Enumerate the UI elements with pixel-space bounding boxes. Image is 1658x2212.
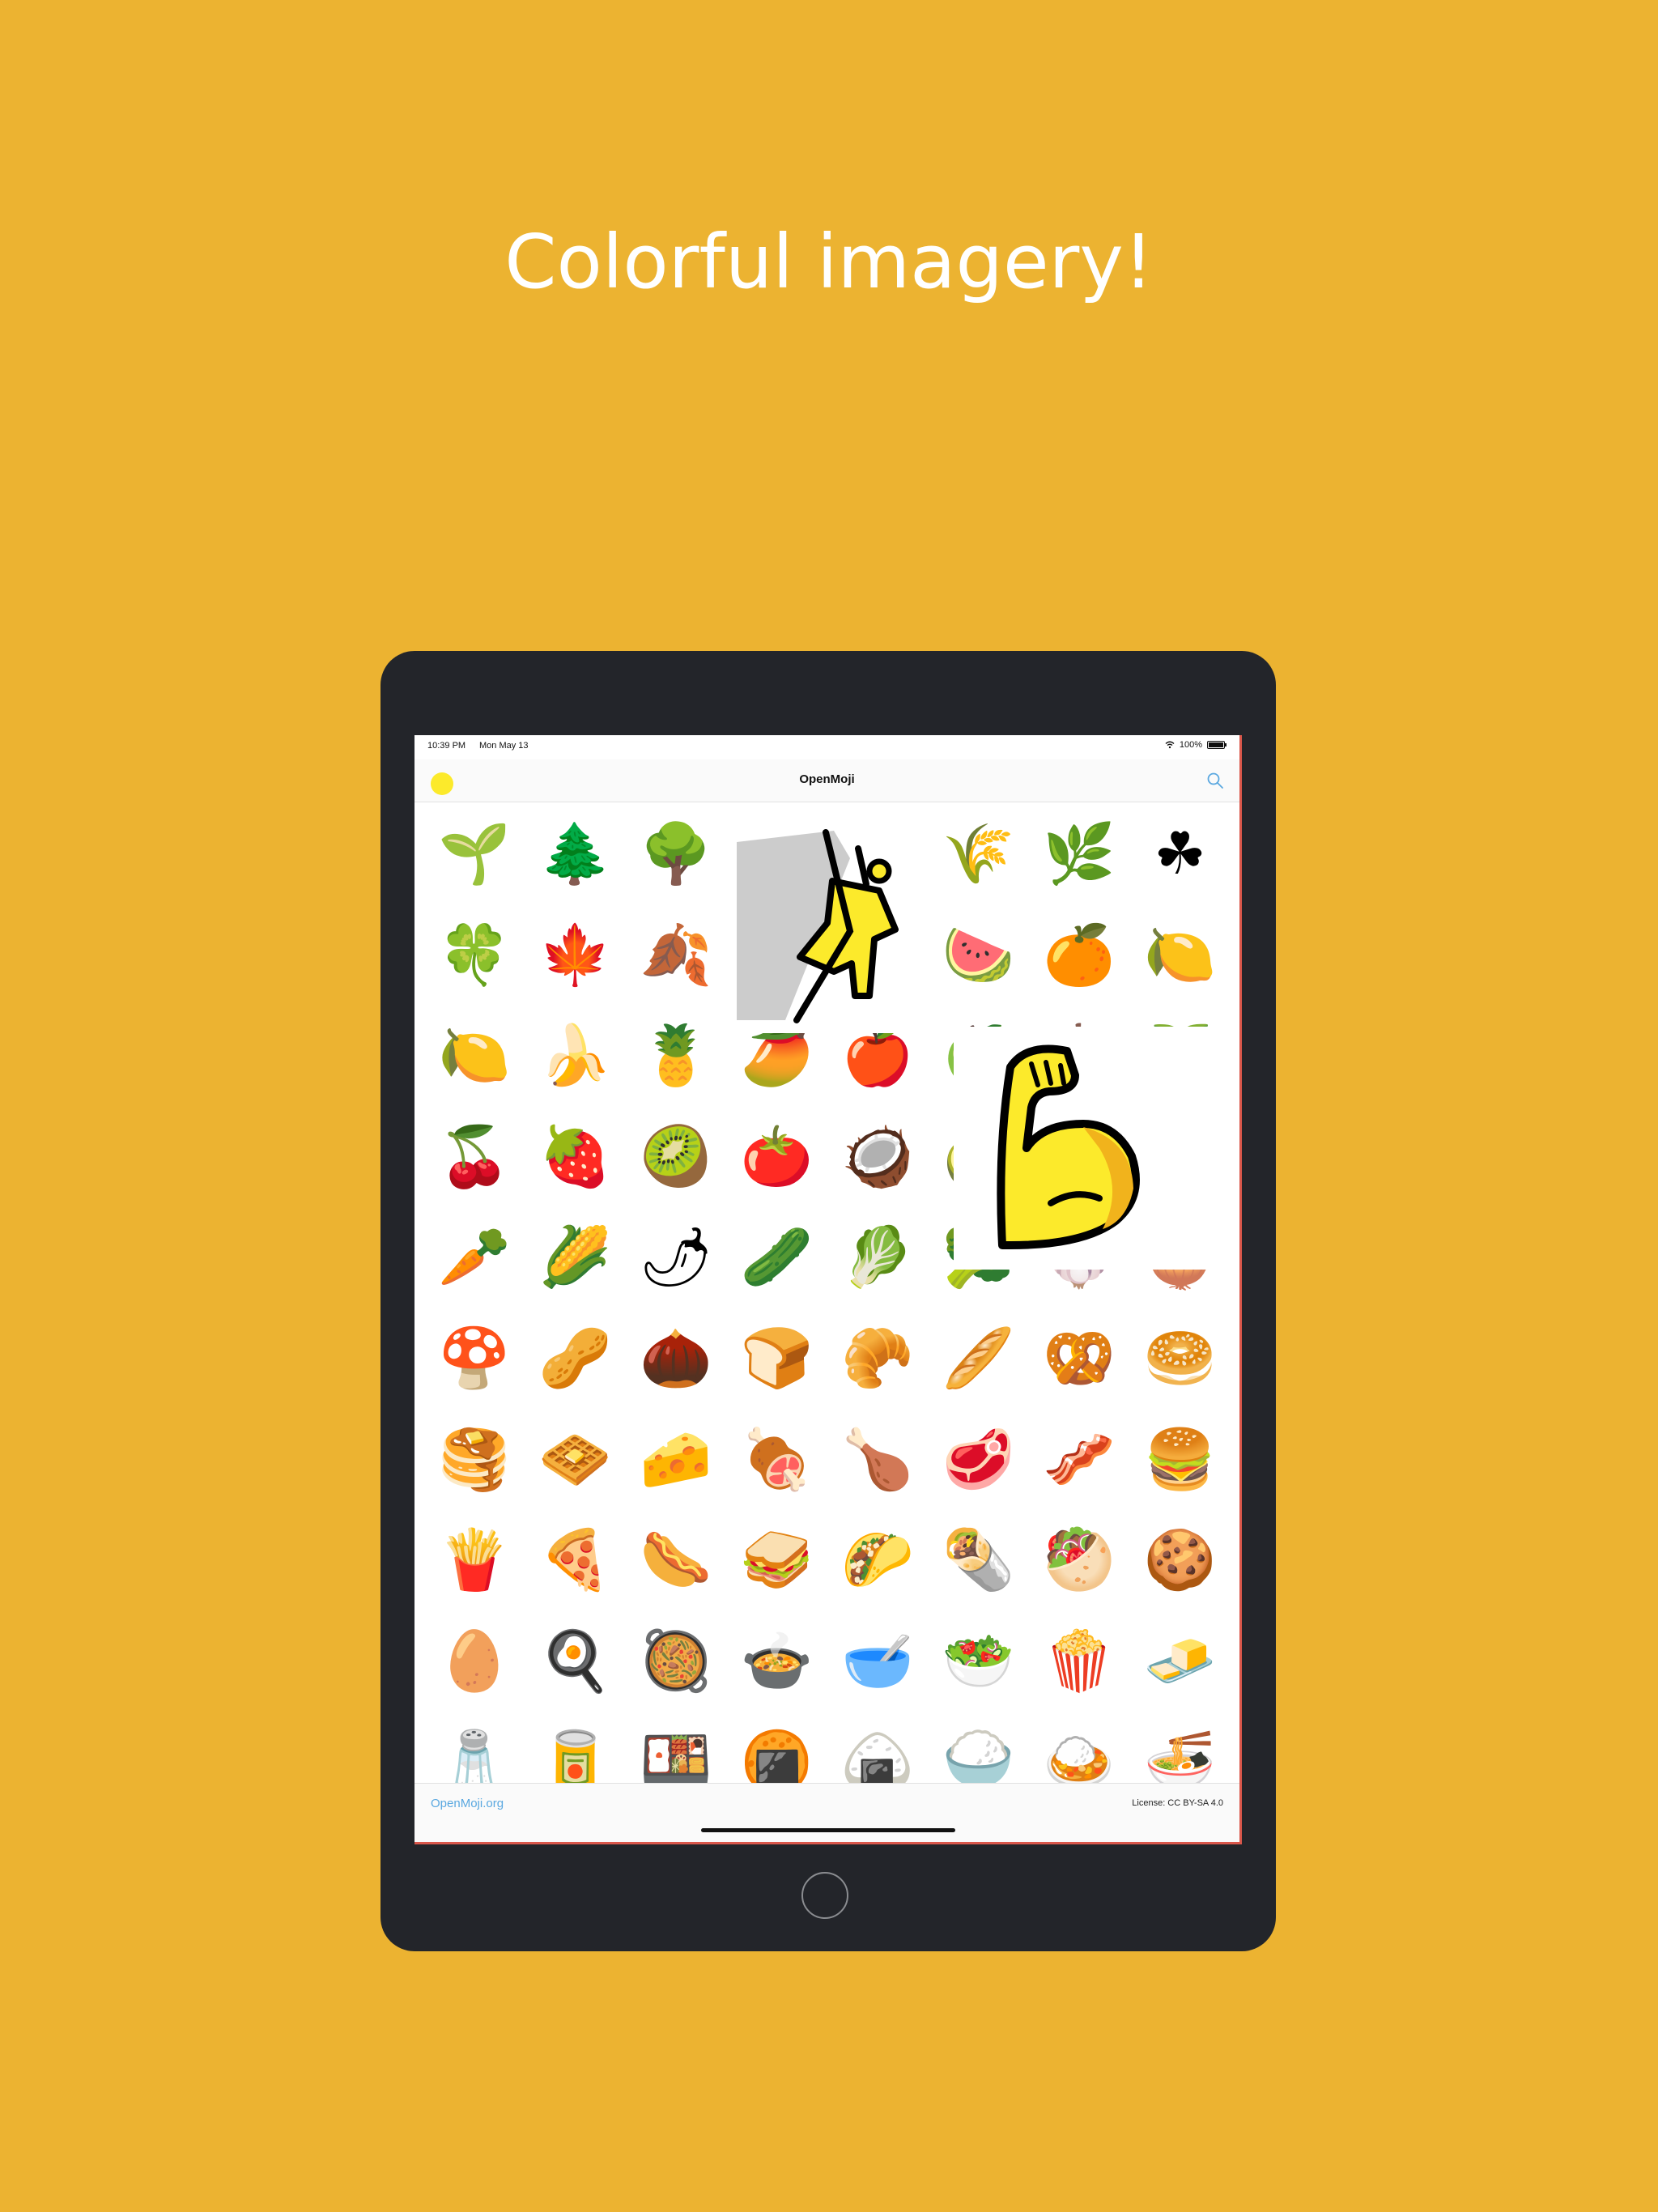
status-date: Mon May 13 [479,741,529,751]
emoji-cell[interactable]: 🍄 [424,1308,525,1408]
footer: OpenMoji.org License: CC BY-SA 4.0 [414,1783,1239,1842]
emoji-cell[interactable]: 🌲 [525,803,626,904]
emoji-cell[interactable]: 🍞 [727,1308,827,1408]
emoji-cell[interactable]: 🥗 [929,1610,1029,1711]
emoji-cell[interactable]: 🥪 [727,1509,827,1610]
tablet-device: 10:39 PM Mon May 13 100% OpenMoji 🌱🌲🌳🌴🌵🌾 [380,651,1276,1951]
emoji-cell[interactable]: 🥬 [827,1206,928,1307]
wifi-icon [1165,741,1175,749]
license-text: License: CC BY-SA 4.0 [1132,1798,1223,1808]
emoji-cell[interactable]: 🥩 [929,1409,1029,1509]
emoji-cell[interactable]: 🌮 [827,1509,928,1610]
emoji-cell[interactable]: 🍲 [727,1610,827,1711]
emoji-cell[interactable]: 🌶 [626,1206,726,1307]
emoji-cell[interactable]: 🥨 [1029,1308,1129,1408]
emoji-cell[interactable]: 🍪 [1130,1509,1231,1610]
emoji-cell[interactable]: 🌰 [626,1308,726,1408]
emoji-cell[interactable]: 🍟 [424,1509,525,1610]
status-time: 10:39 PM [427,741,466,751]
emoji-cell[interactable]: 🍀 [424,904,525,1005]
emoji-cell[interactable]: 🍋 [424,1005,525,1105]
emoji-cell[interactable]: 🥐 [827,1308,928,1408]
emoji-cell[interactable]: 🍕 [525,1509,626,1610]
emoji-cell[interactable]: 🥕 [424,1206,525,1307]
emoji-cell[interactable]: 🥜 [525,1308,626,1408]
preview-popup-climber [737,810,931,1033]
emoji-cell[interactable]: 🥞 [424,1409,525,1509]
emoji-cell[interactable]: 🍔 [1130,1409,1231,1509]
battery-percent: 100% [1179,740,1202,750]
emoji-cell[interactable]: 🧈 [1130,1610,1231,1711]
emoji-cell[interactable]: 🌿 [1029,803,1129,904]
emoji-cell[interactable]: 🍊 [1029,904,1129,1005]
emoji-cell[interactable]: 🥥 [827,1106,928,1206]
emoji-cell[interactable]: 🍋 [1130,904,1231,1005]
emoji-cell[interactable]: 🍉 [929,904,1029,1005]
status-indicators: 100% [1165,740,1226,750]
emoji-cell[interactable]: 🍍 [626,1005,726,1105]
emoji-cell[interactable]: 🌽 [525,1206,626,1307]
emoji-cell[interactable]: 🥣 [827,1610,928,1711]
emoji-cell[interactable]: 🌳 [626,803,726,904]
app-screen: 10:39 PM Mon May 13 100% OpenMoji 🌱🌲🌳🌴🌵🌾 [414,735,1242,1844]
emoji-cell[interactable]: 🥘 [626,1610,726,1711]
emoji-cell[interactable]: 🍂 [626,904,726,1005]
emoji-cell[interactable]: 🥝 [626,1106,726,1206]
search-icon[interactable] [1205,771,1225,790]
emoji-cell[interactable]: 🍖 [727,1409,827,1509]
emoji-cell[interactable]: 🍁 [525,904,626,1005]
emoji-cell[interactable]: 🍌 [525,1005,626,1105]
emoji-cell[interactable]: 🍒 [424,1106,525,1206]
battery-icon [1207,741,1226,749]
nav-title: OpenMoji [799,772,855,786]
person-climbing-icon [737,829,899,1023]
home-indicator [701,1828,955,1832]
emoji-cell[interactable]: 🍳 [525,1610,626,1711]
emoji-cell[interactable]: 🌾 [929,803,1029,904]
flexed-biceps-icon [997,1044,1140,1249]
emoji-cell[interactable]: 🍅 [727,1106,827,1206]
emoji-cell[interactable]: 🥯 [1130,1308,1231,1408]
emoji-cell[interactable]: 🥖 [929,1308,1029,1408]
headline: Colorful imagery! [504,219,1154,305]
emoji-cell[interactable]: 🌯 [929,1509,1029,1610]
preview-popup-muscle [954,1027,1213,1270]
status-bar: 10:39 PM Mon May 13 100% [414,735,1239,759]
emoji-cell[interactable]: 🥒 [727,1206,827,1307]
home-button[interactable] [801,1872,848,1919]
emoji-cell[interactable]: 🧀 [626,1409,726,1509]
emoji-cell[interactable]: 🍿 [1029,1610,1129,1711]
emoji-cell[interactable]: ☘ [1130,803,1231,904]
openmoji-link[interactable]: OpenMoji.org [431,1797,504,1810]
emoji-cell[interactable]: 🧇 [525,1409,626,1509]
emoji-cell[interactable]: 🍓 [525,1106,626,1206]
emoji-cell[interactable]: 🌱 [424,803,525,904]
emoji-cell[interactable]: 🍗 [827,1409,928,1509]
nav-bar: OpenMoji [414,759,1239,802]
emoji-cell[interactable]: 🥚 [424,1610,525,1711]
emoji-cell[interactable]: 🥓 [1029,1409,1129,1509]
emoji-cell[interactable]: 🥙 [1029,1509,1129,1610]
emoji-cell[interactable]: 🌭 [626,1509,726,1610]
